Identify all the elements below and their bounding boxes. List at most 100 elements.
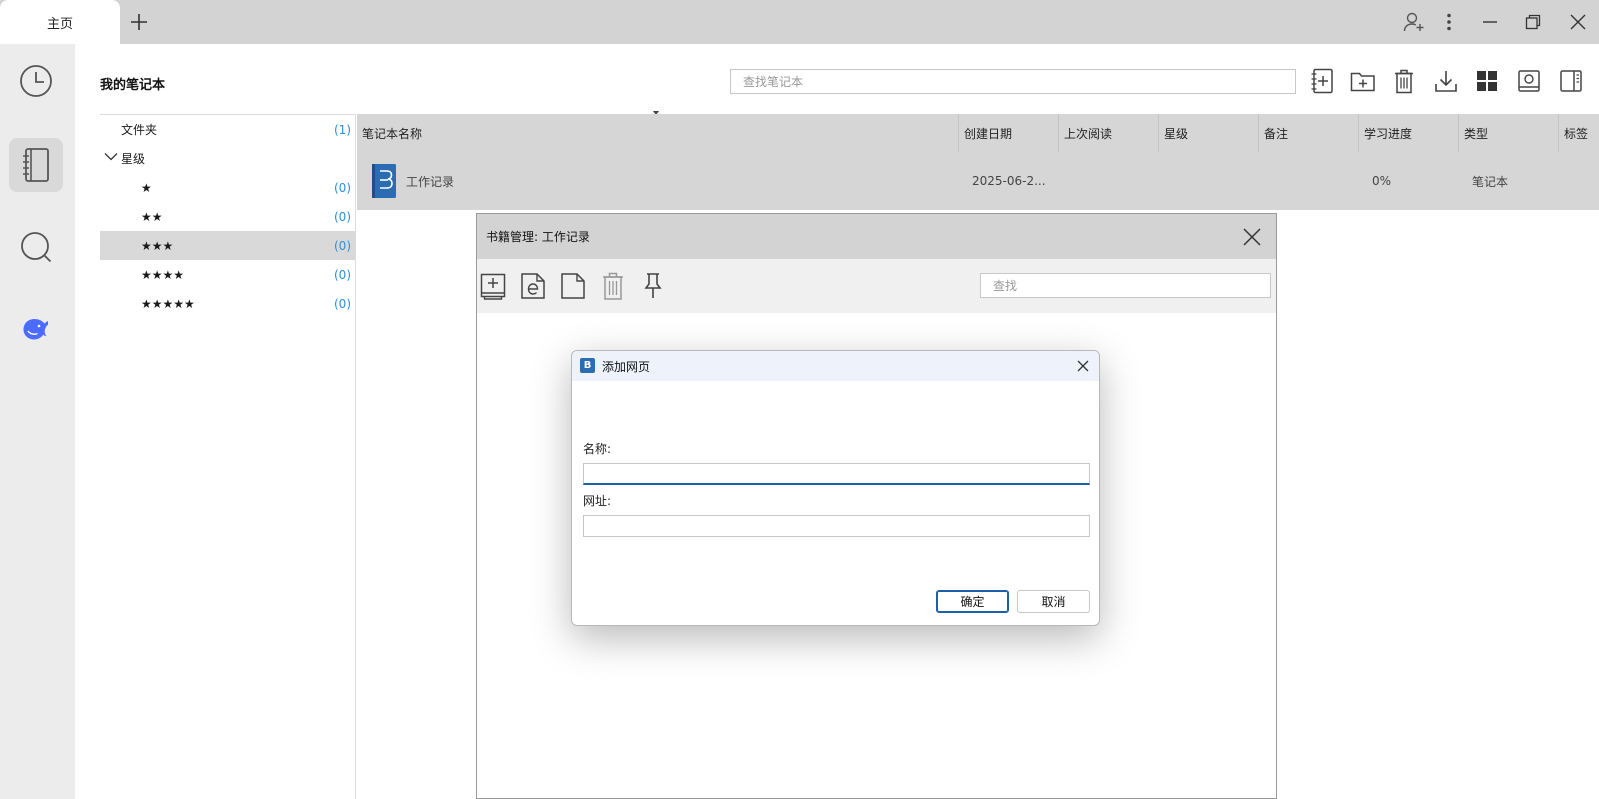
cell-type: 笔记本 [1472,174,1509,189]
new-notebook-button[interactable] [1307,66,1337,96]
pin-button[interactable] [637,270,669,302]
tree-item-count: (0) [334,180,351,195]
add-user-icon [1403,12,1424,32]
new-notebook-icon [1311,68,1333,94]
tree-item-count: (0) [334,209,351,224]
rail-deepseek[interactable] [9,302,63,356]
name-label: 名称: [583,442,612,456]
tree-item-star-4[interactable]: ★★★★ (0) [100,260,355,289]
tree-item-label: ★★★★★ [141,296,195,311]
add-user-button[interactable] [1397,0,1431,44]
tree-item-star-2[interactable]: ★★ (0) [100,202,355,231]
table-header: 笔记本名称 创建日期 上次阅读 星级 备注 学习进度 类型 标签 [357,114,1599,152]
cover-view-button[interactable] [1514,66,1544,96]
folder-tree: 文件夹 (1) 星级 ★ (0) ★★ (0) ★★★ (0) ★★★★ (0)… [100,114,356,799]
minimize-icon [1483,21,1497,23]
url-input[interactable] [583,515,1090,537]
tree-item-count: (1) [334,122,351,137]
delete-icon [603,272,623,300]
tree-item-stars[interactable]: 星级 [100,144,355,173]
tree-item-count: (0) [334,267,351,282]
rail-search[interactable] [9,220,63,274]
column-header-note[interactable]: 备注 [1259,114,1359,152]
cover-view-icon [1518,70,1540,92]
close-icon [1243,228,1261,246]
tree-item-folders[interactable]: 文件夹 (1) [100,115,355,144]
minimize-button[interactable] [1475,0,1505,44]
dialog-close-button[interactable] [1073,356,1093,376]
delete-notebook-button[interactable] [1389,66,1419,96]
tree-item-star-1[interactable]: ★ (0) [100,173,355,202]
rail-history[interactable] [9,54,63,108]
ok-button[interactable]: 确定 [936,590,1009,613]
more-icon [1447,13,1451,31]
column-header-name[interactable]: 笔记本名称 [357,114,959,152]
column-header-created[interactable]: 创建日期 [959,114,1059,152]
column-header-tags[interactable]: 标签 [1559,114,1599,152]
book-search-input[interactable]: 查找 [980,273,1271,298]
tree-item-label: ★★★★ [141,267,185,282]
search-icon [21,232,52,263]
add-chapter-icon [480,273,506,300]
tree-item-label: ★★ [141,209,163,224]
add-webpage-button[interactable] [517,270,549,302]
column-header-last-read[interactable]: 上次阅读 [1059,114,1159,152]
new-folder-icon [1350,72,1375,92]
tree-item-label: 文件夹 [121,123,158,137]
plus-icon [131,14,147,30]
url-label: 网址: [583,494,612,508]
nav-rail [0,44,75,799]
book-manager-title: 书籍管理: 工作记录 [477,214,1276,259]
new-tab-button[interactable] [124,0,154,44]
column-header-progress[interactable]: 学习进度 [1359,114,1459,152]
sidebar-toggle-button[interactable] [1556,66,1586,96]
tree-item-count: (0) [334,296,351,311]
tree-item-count: (0) [334,238,351,253]
name-input[interactable] [583,463,1090,485]
add-webpage-icon [521,273,545,299]
close-icon [1570,14,1586,30]
rail-notebooks[interactable] [9,138,63,192]
import-button[interactable] [1431,66,1461,96]
grid-view-icon [1477,71,1497,91]
tree-item-star-3[interactable]: ★★★ (0) [100,231,355,260]
title-bar: 主页 [0,0,1599,45]
notebook-cover-icon [372,152,396,210]
tree-item-label: ★★★ [141,238,174,253]
app-logo-icon: B [580,358,595,373]
sidebar-toggle-icon [1560,70,1582,92]
add-chapter-button[interactable] [477,270,509,302]
tree-item-label: ★ [141,180,152,195]
cancel-button[interactable]: 取消 [1017,590,1090,613]
notebook-icon [23,148,49,182]
cell-name: 工作记录 [406,174,455,189]
notebook-search-input[interactable]: 查找笔记本 [730,69,1296,94]
tree-item-label: 星级 [121,152,146,166]
page-title: 我的笔记本 [100,78,166,93]
new-folder-button[interactable] [1348,66,1378,96]
grid-view-button[interactable] [1472,66,1502,96]
table-row[interactable]: 工作记录 2025-06-2... 0% 笔记本 [357,152,1599,210]
close-button[interactable] [1563,0,1593,44]
book-manager-toolbar: 查找 [477,259,1276,313]
more-button[interactable] [1437,0,1461,44]
tab-home[interactable]: 主页 [0,0,120,45]
pin-icon [644,273,662,298]
column-header-stars[interactable]: 星级 [1159,114,1259,152]
deepseek-icon [23,319,48,340]
dialog-title-text: 添加网页 [602,359,651,374]
cell-progress: 0% [1372,174,1392,188]
restore-button[interactable] [1518,0,1548,44]
add-webpage-dialog: B 添加网页 名称: 网址: 确定 取消 [571,350,1100,626]
delete-icon [1395,69,1413,94]
restore-icon [1525,14,1541,30]
chevron-down-icon [104,153,118,161]
cell-created: 2025-06-2... [972,174,1046,188]
history-icon [20,65,52,97]
book-manager-close-button[interactable] [1238,223,1266,251]
new-page-button[interactable] [557,270,589,302]
delete-page-button[interactable] [597,270,629,302]
dialog-title: B 添加网页 [572,351,1099,381]
tree-item-star-5[interactable]: ★★★★★ (0) [100,289,355,318]
column-header-type[interactable]: 类型 [1459,114,1559,152]
